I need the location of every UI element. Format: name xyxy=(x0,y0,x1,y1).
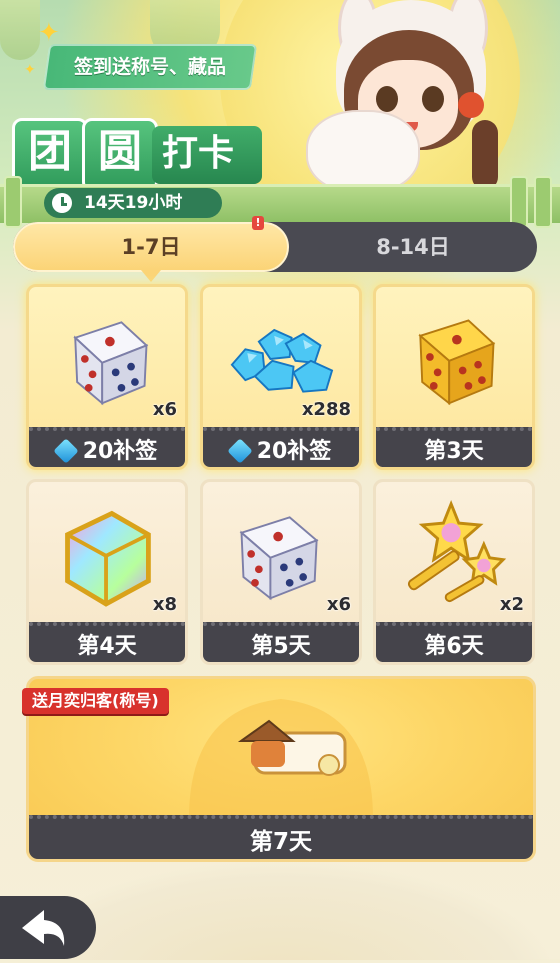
flower-icon xyxy=(458,92,484,118)
back-arrow-icon xyxy=(22,910,65,946)
fence-post xyxy=(510,176,528,228)
character-eye xyxy=(422,86,444,112)
gem-icon xyxy=(52,438,79,464)
reward-qty: x2 xyxy=(499,594,524,615)
character-eye xyxy=(376,86,398,112)
day-label: 第7天 xyxy=(29,815,533,859)
reward-card-day5[interactable]: x6 第5天 xyxy=(200,479,362,665)
fence-post xyxy=(534,176,552,228)
title-char: 圆 xyxy=(82,118,158,192)
bunny-plush xyxy=(306,110,420,194)
promo-text: 签到送称号、藏品 xyxy=(73,56,226,78)
day-label: 第6天 xyxy=(376,622,532,662)
gem-icon xyxy=(226,438,253,464)
reward-card-day1[interactable]: x6 20补签 xyxy=(26,284,188,470)
makeup-signin-button[interactable]: 20补签 xyxy=(29,427,185,467)
reward-qty: x6 xyxy=(326,594,351,615)
reward-qty: x8 xyxy=(152,594,177,615)
tab-days-8-14[interactable]: 8-14日 xyxy=(289,222,537,272)
event-title: 团 圆 打卡 xyxy=(12,118,262,192)
day-label: 第4天 xyxy=(29,622,185,662)
day-label: 第5天 xyxy=(203,622,359,662)
character-braid xyxy=(472,120,498,190)
footer-label: 20补签 xyxy=(82,439,158,464)
tab-days-1-7[interactable]: 1-7日 xyxy=(13,222,289,282)
day-label: 第3天 xyxy=(376,427,532,467)
reward-card-day6[interactable]: x2 第6天 xyxy=(373,479,535,665)
character-illustration xyxy=(298,0,508,200)
footer-label: 20补签 xyxy=(256,439,332,464)
gold-dice-icon xyxy=(418,319,496,406)
makeup-signin-button[interactable]: 20补签 xyxy=(203,427,359,467)
title-char: 团 xyxy=(12,118,88,192)
reward-card-day2[interactable]: x288 20补签 xyxy=(200,284,362,470)
reward-qty: x6 xyxy=(152,399,177,420)
lantern-decoration xyxy=(0,0,40,60)
reward-card-day4[interactable]: x8 第4天 xyxy=(26,479,188,665)
title-tail: 打卡 xyxy=(152,126,262,184)
countdown-timer: 14天19小时 xyxy=(44,188,222,218)
alert-badge: ! xyxy=(252,216,264,230)
reward-qty: x288 xyxy=(301,399,351,420)
reward-card-day3[interactable]: 第3天 xyxy=(373,284,535,470)
clock-icon xyxy=(52,193,72,213)
day-range-tabs: 1-7日 8-14日 xyxy=(13,222,537,282)
back-button[interactable] xyxy=(0,896,96,959)
fence-post xyxy=(4,176,22,228)
title-reward-ribbon: 送月奕归客(称号) xyxy=(22,688,169,714)
sparkle-icon: ✦ xyxy=(24,62,36,78)
promo-banner: 签到送称号、藏品 xyxy=(42,44,258,90)
timer-text: 14天19小时 xyxy=(84,193,183,213)
